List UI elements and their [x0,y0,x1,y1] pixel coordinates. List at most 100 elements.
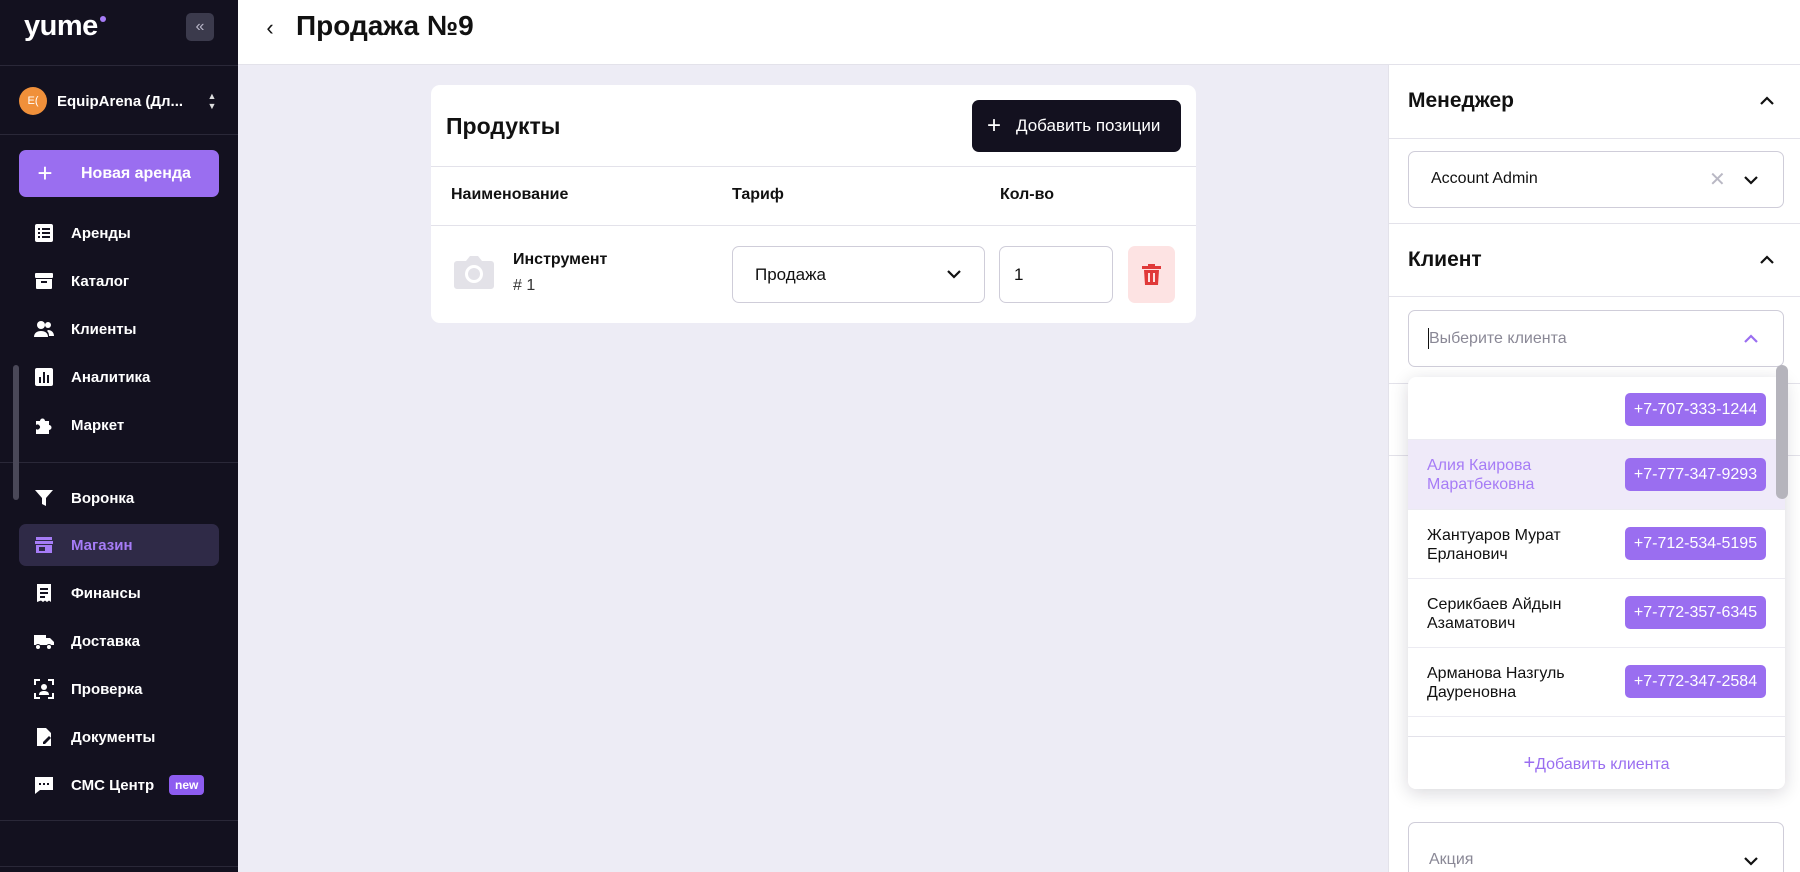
receipt-icon [37,584,51,602]
archive-icon [35,273,53,289]
document-icon [37,728,51,746]
sidebar-item-catalog[interactable]: Каталог [19,260,219,302]
sidebar-item-rentals[interactable]: Аренды [19,212,219,254]
sidebar-item-label: Каталог [71,272,130,290]
manager-select[interactable]: Account Admin ✕ [1408,151,1784,208]
sidebar-item-label: Аренды [71,224,131,242]
divider [0,820,238,821]
product-number: # 1 [513,277,536,294]
message-icon [35,777,53,794]
divider [1389,223,1800,224]
back-button[interactable]: ‹ [256,14,284,42]
client-option[interactable]: Алия Каирова Маратбековна +7-777-347-929… [1408,440,1785,510]
logo-text: yume [24,10,98,42]
page-title: Продажа №9 [296,10,474,41]
divider [0,866,238,867]
products-card: Продукты + Добавить позиции Наименование… [431,85,1196,323]
quantity-value: 1 [1014,265,1024,284]
new-rent-button[interactable]: + Новая аренда [19,150,219,197]
chevron-up-icon[interactable] [1759,93,1775,109]
list-icon [35,224,53,242]
chart-icon [35,368,53,386]
company-switcher[interactable]: E( EquipArena (Дл... ▲ ▼ [19,87,219,115]
plus-icon: + [1523,752,1536,774]
sidebar-item-label: Магазин [71,536,133,554]
double-chevron-left-icon: « [195,18,205,35]
sidebar-item-label: Аналитика [71,368,151,386]
promo-placeholder: Акция [1429,851,1474,868]
filter-icon [35,490,53,506]
sidebar-item-verification[interactable]: Проверка [19,668,219,710]
chevron-down-icon [947,270,961,279]
collapse-sidebar-button[interactable]: « [186,13,214,41]
sidebar-item-analytics[interactable]: Аналитика [19,356,219,398]
promo-select[interactable]: Акция [1408,822,1784,872]
add-positions-button[interactable]: + Добавить позиции [972,100,1181,152]
divider [0,462,238,463]
chevron-up-icon[interactable] [1759,252,1775,268]
sidebar-item-label: Документы [71,728,156,746]
client-name: Жантуаров Мурат Ерланович [1427,527,1561,563]
sidebar-item-delivery[interactable]: Доставка [19,620,219,662]
truck-icon [34,635,54,650]
add-client-button[interactable]: +Добавить клиента [1408,736,1785,789]
up-down-chevron-icon: ▲ ▼ [207,91,217,111]
column-header-qty: Кол-во [1000,186,1055,203]
sidebar-item-finance[interactable]: Финансы [19,572,219,614]
add-client-label: Добавить клиента [1535,756,1670,773]
sidebar-scrollbar[interactable] [13,365,19,500]
client-option[interactable]: Арманова Назгуль Дауреновна +7-772-347-2… [1408,648,1785,717]
sidebar-item-documents[interactable]: Документы [19,716,219,758]
client-search-input[interactable]: Выберите клиента [1408,310,1784,367]
chevron-left-icon: ‹ [266,15,274,40]
products-title: Продукты [446,113,561,139]
client-phone-badge: +7-772-357-6345 [1625,596,1766,629]
sidebar-item-clients[interactable]: Клиенты [19,308,219,350]
sidebar-item-label: СМС Центр [71,776,155,794]
client-phone-badge: +7-707-333-1244 [1625,393,1766,426]
tariff-select[interactable]: Продажа [732,246,985,303]
sidebar-item-label: Финансы [71,584,141,602]
delete-button[interactable] [1128,246,1175,303]
plus-icon: + [986,112,1001,139]
divider [0,134,238,135]
sidebar-item-funnel[interactable]: Воронка [19,477,219,519]
camera-icon [454,256,494,289]
client-option[interactable]: Жантуаров Мурат Ерланович +7-712-534-519… [1408,510,1785,579]
trash-icon [1142,264,1161,285]
sidebar-item-label: Воронка [71,489,135,507]
logo-dot [99,16,106,22]
sidebar: yume « E( EquipArena (Дл... ▲ ▼ + Новая а… [0,0,238,872]
client-dropdown: +7-707-333-1244 Алия Каирова Маратбековн… [1408,377,1785,789]
face-scan-icon [34,679,54,699]
sidebar-item-store[interactable]: Магазин [19,524,219,566]
sidebar-item-sms-center[interactable]: СМС Центр new [19,764,219,806]
quantity-input[interactable]: 1 [999,246,1113,303]
clear-icon[interactable]: ✕ [1709,167,1726,192]
sidebar-item-label: Клиенты [71,320,137,338]
chevron-down-icon[interactable] [1743,172,1759,188]
client-option[interactable]: +7-707-333-1244 [1408,377,1785,440]
new-rent-label: Новая аренда [81,164,191,182]
divider [431,225,1196,226]
add-positions-label: Добавить позиции [1016,116,1161,135]
manager-value: Account Admin [1431,170,1538,187]
top-bar: ‹ Продажа №9 [238,0,1800,65]
divider [1389,296,1800,297]
puzzle-icon [36,418,52,434]
company-avatar: E( [19,87,47,115]
plus-icon: + [37,158,53,188]
chevron-up-icon[interactable] [1743,331,1759,347]
users-icon [34,321,54,337]
client-name: Арманова Назгуль Дауреновна [1427,665,1565,701]
dropdown-scrollbar[interactable] [1776,365,1788,499]
chevron-down-icon[interactable] [1743,853,1759,869]
logo[interactable]: yume [24,10,106,43]
manager-section-title[interactable]: Менеджер [1408,89,1514,113]
client-section-title[interactable]: Клиент [1408,248,1482,272]
client-phone-badge: +7-712-534-5195 [1625,527,1766,560]
sidebar-item-market[interactable]: Маркет [19,404,219,446]
client-name: Алия Каирова Маратбековна [1427,457,1535,493]
client-name: Серикбаев Айдын Азаматович [1427,596,1562,632]
client-option[interactable]: Серикбаев Айдын Азаматович +7-772-357-63… [1408,579,1785,648]
